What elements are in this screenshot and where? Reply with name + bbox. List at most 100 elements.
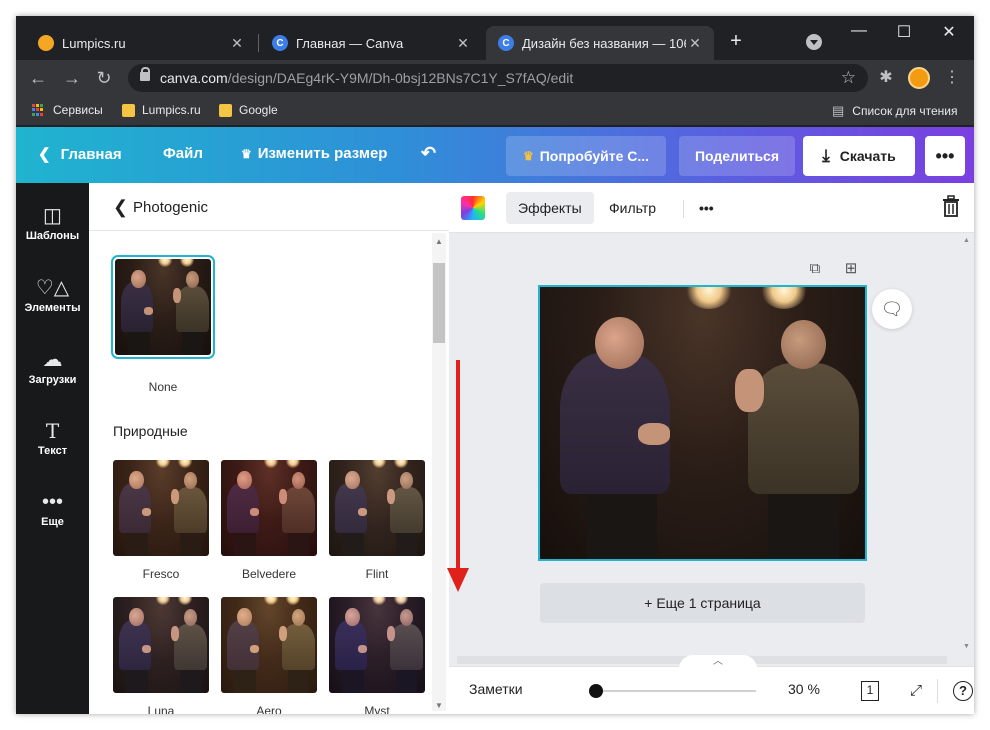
undo-icon[interactable]: ↶: [421, 143, 436, 164]
extensions-puzzle-icon[interactable]: ✱: [874, 66, 898, 90]
bookmark-star-icon[interactable]: ☆: [841, 68, 856, 88]
filter-flint[interactable]: [329, 460, 425, 556]
lumpics-favicon: [38, 35, 54, 51]
color-swatch-icon[interactable]: [461, 196, 485, 220]
download-icon: ⤓: [822, 146, 830, 165]
templates-icon: ◫: [43, 205, 62, 227]
filter-none[interactable]: [111, 255, 215, 359]
scroll-down-icon[interactable]: ▼: [963, 643, 970, 650]
bookmark-google[interactable]: Google: [219, 103, 278, 117]
filter-tone-overlay: [221, 597, 317, 693]
bookmark-lumpics[interactable]: Lumpics.ru: [122, 103, 201, 117]
scroll-down-icon[interactable]: ▼: [433, 701, 445, 710]
maximize-icon[interactable]: ☐: [889, 22, 919, 42]
close-window-icon[interactable]: ✕: [934, 22, 964, 42]
close-tab-icon[interactable]: ✕: [228, 35, 246, 52]
more-dots-icon[interactable]: •••: [687, 192, 726, 224]
rail-templates[interactable]: ◫ Шаблоны: [16, 203, 89, 242]
more-dots-icon: •••: [41, 491, 63, 513]
filter-label: Flint: [365, 567, 389, 581]
url-text: canva.com/design/DAEg4rK-Y9M/Dh-0bsj12BN…: [160, 70, 573, 86]
reading-list-icon: ▤: [832, 103, 845, 118]
editor-vscroll[interactable]: ▲ ▼: [960, 233, 974, 664]
zoom-slider-knob[interactable]: [589, 684, 603, 698]
filter-button[interactable]: Фильтр: [597, 192, 668, 224]
photo-shape-head1: [131, 269, 146, 288]
tab-lumpics[interactable]: Lumpics.ru ✕: [26, 26, 256, 60]
panel-title: Photogenic: [133, 199, 209, 216]
folder-icon: [122, 103, 135, 117]
help-icon[interactable]: ?: [953, 681, 973, 701]
filter-label: Belvedere: [241, 567, 297, 581]
browser-menu-icon[interactable]: ⋮: [940, 66, 964, 90]
rail-elements[interactable]: ♡△ Элементы: [16, 275, 89, 314]
photo-shape-lamp: [158, 259, 172, 267]
chevron-up-icon[interactable]: ︿: [679, 655, 757, 669]
download-button[interactable]: ⤓ Скачать: [803, 136, 915, 176]
minimize-icon[interactable]: —: [844, 22, 874, 40]
zoom-slider[interactable]: [594, 690, 756, 692]
toolbar-divider: [683, 200, 684, 218]
resize-button[interactable]: ♛ Изменить размер: [241, 145, 387, 162]
bookmark-services[interactable]: Сервисы: [32, 103, 103, 117]
url-host: canva.com: [160, 70, 228, 86]
back-icon[interactable]: ←: [26, 66, 50, 90]
photo-shape-man2: [176, 285, 210, 332]
rail-label: Загрузки: [28, 374, 77, 386]
zoom-value[interactable]: 30 %: [788, 681, 820, 697]
rail-more[interactable]: ••• Еще: [16, 491, 89, 528]
close-tab-icon[interactable]: ✕: [686, 35, 704, 52]
scroll-up-icon[interactable]: ▲: [963, 237, 970, 244]
chevron-left-icon[interactable]: ❮: [113, 197, 128, 218]
filter-luna[interactable]: [113, 597, 209, 693]
address-bar[interactable]: canva.com/design/DAEg4rK-Y9M/Dh-0bsj12BN…: [128, 64, 868, 92]
upload-cloud-icon: ☁: [42, 349, 63, 371]
url-path: /design/DAEg4rK-Y9M/Dh-0bsj12BNs7C1Y_S7f…: [227, 70, 574, 86]
filter-belvedere[interactable]: [221, 460, 317, 556]
effects-button[interactable]: Эффекты: [506, 192, 594, 224]
apps-grid-icon: [32, 103, 45, 117]
panel-scroll-thumb[interactable]: [433, 263, 445, 343]
comment-icon[interactable]: 🗨: [872, 289, 912, 329]
canva-favicon: C: [272, 35, 288, 51]
filter-label: Fresco: [142, 567, 180, 581]
share-button[interactable]: Поделиться: [679, 136, 795, 176]
tab-title: Lumpics.ru: [62, 35, 126, 51]
photo-shape-hands: [637, 423, 670, 445]
rail-text[interactable]: T Текст: [16, 419, 89, 457]
filter-label: Myst: [364, 704, 390, 714]
rail-label: Текст: [37, 445, 68, 457]
fullscreen-icon[interactable]: ⤢: [904, 679, 928, 703]
reading-list[interactable]: ▤ Список для чтения: [832, 103, 958, 119]
design-canvas[interactable]: [538, 285, 867, 561]
add-page-icon[interactable]: ⊞: [843, 261, 859, 277]
scroll-up-icon[interactable]: ▲: [433, 237, 445, 246]
close-tab-icon[interactable]: ✕: [454, 35, 472, 52]
tab-canva-design[interactable]: C Дизайн без названия — 1066 ✕: [486, 26, 714, 60]
page-count-icon[interactable]: 1: [861, 681, 879, 701]
add-page-button[interactable]: + Еще 1 страница: [540, 583, 865, 623]
duplicate-page-icon[interactable]: ⧉: [807, 261, 823, 277]
filter-aero[interactable]: [221, 597, 317, 693]
home-link[interactable]: ❮ Главная: [38, 145, 122, 163]
forward-icon[interactable]: →: [60, 66, 84, 90]
tab-canva-home[interactable]: C Главная — Canva ✕: [260, 26, 482, 60]
filter-tone-overlay: [113, 460, 209, 556]
try-pro-button[interactable]: ♛ Попробуйте С...: [506, 136, 666, 176]
new-tab-icon[interactable]: +: [726, 30, 746, 53]
profile-avatar[interactable]: [908, 67, 930, 89]
trash-icon[interactable]: [942, 195, 960, 217]
filter-tone-overlay: [329, 597, 425, 693]
reload-icon[interactable]: ↻: [92, 66, 116, 90]
crown-icon: ♛: [522, 149, 534, 163]
more-options-button[interactable]: •••: [925, 136, 965, 176]
rail-uploads[interactable]: ☁ Загрузки: [16, 347, 89, 386]
notes-button[interactable]: Заметки: [469, 681, 523, 697]
bookmark-label: Lumpics.ru: [142, 103, 201, 117]
browser-window: Lumpics.ru ✕ C Главная — Canva ✕ C Дизай…: [16, 16, 974, 714]
canva-favicon: C: [498, 35, 514, 51]
tab-search-icon[interactable]: [806, 34, 822, 50]
file-menu[interactable]: Файл: [163, 145, 203, 162]
filter-myst[interactable]: [329, 597, 425, 693]
filter-fresco[interactable]: [113, 460, 209, 556]
